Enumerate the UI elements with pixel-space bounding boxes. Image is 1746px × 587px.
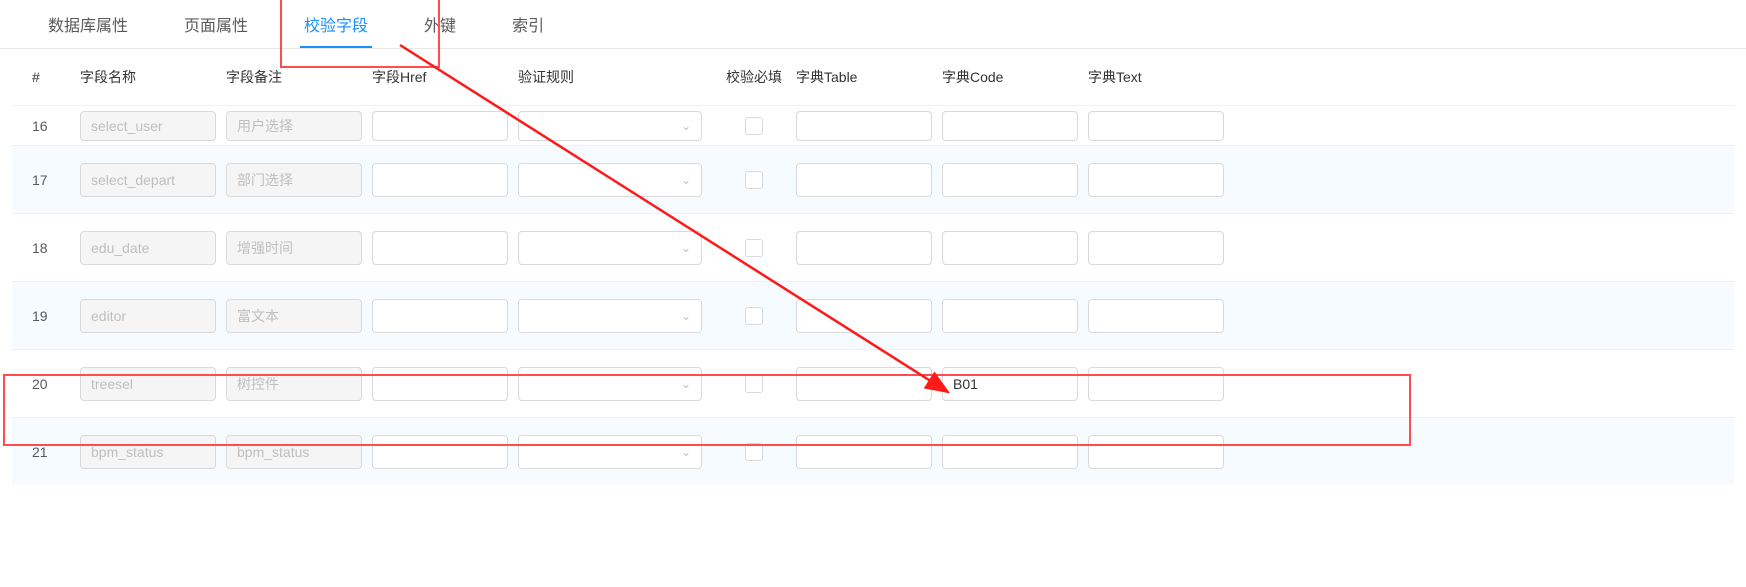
row-index: 21 [20, 444, 80, 460]
field-href-input[interactable] [372, 231, 508, 265]
table-row: 17 ⌄ [12, 145, 1734, 213]
col-header-dict-table: 字典Table [796, 67, 942, 87]
field-name-input [80, 435, 216, 469]
col-header-remark: 字段备注 [226, 67, 372, 87]
tab-validation-fields[interactable]: 校验字段 [276, 0, 396, 48]
chevron-down-icon: ⌄ [681, 377, 691, 391]
col-header-href: 字段Href [372, 67, 518, 87]
validation-rule-select[interactable]: ⌄ [518, 299, 702, 333]
field-name-input [80, 163, 216, 197]
col-header-name: 字段名称 [80, 67, 226, 87]
field-remark-input [226, 299, 362, 333]
dict-code-input[interactable] [942, 111, 1078, 141]
table-row: 20 ⌄ [12, 349, 1734, 417]
field-href-input[interactable] [372, 111, 508, 141]
field-remark-input [226, 367, 362, 401]
dict-table-input[interactable] [796, 111, 932, 141]
field-name-input [80, 111, 216, 141]
dict-code-input[interactable] [942, 299, 1078, 333]
col-header-dict-text: 字典Text [1088, 67, 1234, 87]
dict-text-input[interactable] [1088, 231, 1224, 265]
field-remark-input [226, 231, 362, 265]
chevron-down-icon: ⌄ [681, 445, 691, 459]
field-remark-input [226, 111, 362, 141]
dict-table-input[interactable] [796, 435, 932, 469]
validation-rule-select[interactable]: ⌄ [518, 367, 702, 401]
table-row: 16 ⌄ [12, 105, 1734, 145]
validation-rule-select[interactable]: ⌄ [518, 111, 702, 141]
field-name-input [80, 231, 216, 265]
row-index: 16 [20, 118, 80, 134]
validation-rule-select[interactable]: ⌄ [518, 163, 702, 197]
field-href-input[interactable] [372, 163, 508, 197]
dict-table-input[interactable] [796, 163, 932, 197]
tabs-bar: 数据库属性 页面属性 校验字段 外键 索引 [0, 0, 1746, 49]
row-index: 18 [20, 240, 80, 256]
field-href-input[interactable] [372, 435, 508, 469]
chevron-down-icon: ⌄ [681, 173, 691, 187]
dict-table-input[interactable] [796, 231, 932, 265]
table-row: 21 ⌄ [12, 417, 1734, 485]
table-row: 19 ⌄ [12, 281, 1734, 349]
row-index: 20 [20, 376, 80, 392]
tab-index[interactable]: 索引 [484, 0, 572, 48]
field-remark-input [226, 435, 362, 469]
tab-db-attributes[interactable]: 数据库属性 [20, 0, 156, 48]
col-header-dict-code: 字典Code [942, 67, 1088, 87]
tab-page-attributes[interactable]: 页面属性 [156, 0, 276, 48]
tab-foreign-key[interactable]: 外键 [396, 0, 484, 48]
col-header-rule: 验证规则 [518, 67, 712, 87]
table-row: 18 ⌄ [12, 213, 1734, 281]
dict-text-input[interactable] [1088, 367, 1224, 401]
dict-code-input[interactable] [942, 367, 1078, 401]
dict-text-input[interactable] [1088, 111, 1224, 141]
required-checkbox[interactable] [745, 171, 763, 189]
required-checkbox[interactable] [745, 239, 763, 257]
dict-text-input[interactable] [1088, 435, 1224, 469]
chevron-down-icon: ⌄ [681, 119, 691, 133]
validation-rule-select[interactable]: ⌄ [518, 435, 702, 469]
table-header: # 字段名称 字段备注 字段Href 验证规则 校验必填 字典Table 字典C… [12, 49, 1734, 105]
field-href-input[interactable] [372, 367, 508, 401]
chevron-down-icon: ⌄ [681, 309, 691, 323]
col-header-required: 校验必填 [712, 67, 796, 87]
dict-code-input[interactable] [942, 231, 1078, 265]
col-header-index: # [20, 69, 80, 85]
required-checkbox[interactable] [745, 443, 763, 461]
dict-code-input[interactable] [942, 163, 1078, 197]
dict-code-input[interactable] [942, 435, 1078, 469]
field-name-input [80, 299, 216, 333]
required-checkbox[interactable] [745, 117, 763, 135]
dict-table-input[interactable] [796, 367, 932, 401]
validation-rule-select[interactable]: ⌄ [518, 231, 702, 265]
dict-table-input[interactable] [796, 299, 932, 333]
required-checkbox[interactable] [745, 375, 763, 393]
field-name-input [80, 367, 216, 401]
required-checkbox[interactable] [745, 307, 763, 325]
field-remark-input [226, 163, 362, 197]
field-href-input[interactable] [372, 299, 508, 333]
dict-text-input[interactable] [1088, 163, 1224, 197]
chevron-down-icon: ⌄ [681, 241, 691, 255]
fields-table: # 字段名称 字段备注 字段Href 验证规则 校验必填 字典Table 字典C… [0, 49, 1746, 485]
row-index: 19 [20, 308, 80, 324]
row-index: 17 [20, 172, 80, 188]
dict-text-input[interactable] [1088, 299, 1224, 333]
